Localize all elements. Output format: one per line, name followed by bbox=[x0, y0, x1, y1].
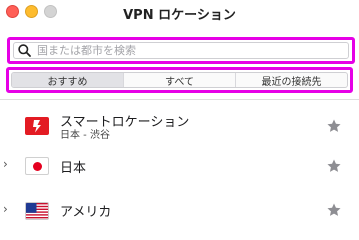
tabs-highlight: おすすめ すべて 最近の接続先 bbox=[6, 67, 353, 93]
location-subtitle: 日本 - 渋谷 bbox=[60, 130, 110, 141]
window-title: VPN ロケーション bbox=[123, 8, 236, 23]
tab-all[interactable]: すべて bbox=[124, 73, 236, 87]
usa-flag-icon bbox=[25, 202, 49, 220]
title-bar: VPN ロケーション bbox=[0, 0, 359, 26]
favorite-star-icon[interactable] bbox=[326, 158, 342, 174]
search-field[interactable] bbox=[13, 42, 349, 59]
location-name: 日本 bbox=[60, 161, 87, 176]
tab-recommended[interactable]: おすすめ bbox=[12, 73, 124, 87]
location-row-smart[interactable]: スマートロケーション 日本 - 渋谷 bbox=[0, 104, 359, 148]
chevron-right-icon[interactable]: › bbox=[3, 157, 8, 171]
chevron-right-icon[interactable]: › bbox=[3, 202, 8, 216]
location-name: アメリカ bbox=[60, 205, 112, 220]
location-row-usa[interactable]: › アメリカ bbox=[0, 190, 359, 234]
search-icon bbox=[18, 44, 31, 57]
search-highlight bbox=[7, 37, 355, 64]
segmented-tabs: おすすめ すべて 最近の接続先 bbox=[11, 72, 348, 88]
list-divider bbox=[0, 99, 359, 100]
japan-flag-icon bbox=[25, 157, 49, 175]
tab-recent[interactable]: 最近の接続先 bbox=[236, 73, 347, 88]
location-row-japan[interactable]: › 日本 bbox=[0, 144, 359, 188]
favorite-star-icon[interactable] bbox=[326, 202, 342, 218]
smart-location-icon bbox=[25, 117, 49, 135]
search-input[interactable] bbox=[37, 44, 317, 57]
favorite-star-icon[interactable] bbox=[326, 118, 342, 134]
